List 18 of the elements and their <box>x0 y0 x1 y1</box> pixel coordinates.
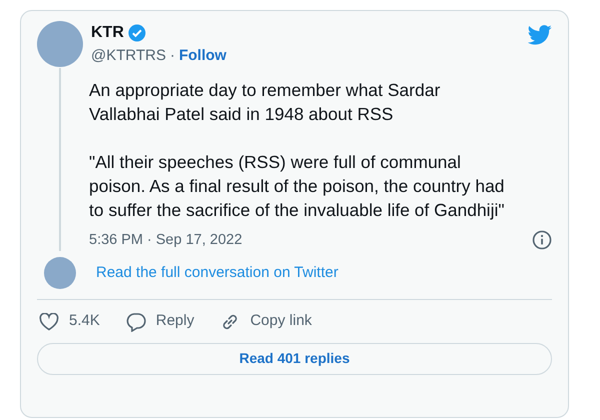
follow-link[interactable]: Follow <box>178 45 226 68</box>
copy-link-button[interactable]: Copy link <box>220 310 312 333</box>
conversation-link[interactable]: Read the full conversation on Twitter <box>96 262 338 284</box>
read-replies-button[interactable]: Read 401 replies <box>37 342 552 375</box>
speech-bubble-icon <box>126 312 146 332</box>
separator: · <box>170 46 175 66</box>
author-name[interactable]: KTR <box>91 21 124 45</box>
timestamp[interactable]: 5:36 PM · Sep 17, 2022 <box>89 230 242 252</box>
info-icon[interactable] <box>532 230 552 250</box>
avatar[interactable] <box>44 257 76 290</box>
bird-logo-icon[interactable] <box>528 25 552 45</box>
tweet-text: An appropriate day to remember what Sardar Vallabhai Patel said in 1948 about RSS <box>89 78 442 126</box>
tweet-text: "All their speeches (RSS) were full of communal poison. As a final result of the poison, the country had to suffer the sacrifice of the invaluable life of Gandhiji" <box>89 150 506 222</box>
avatar[interactable] <box>37 21 83 68</box>
heart-icon <box>39 312 59 330</box>
like-button[interactable]: 5.4K <box>39 310 100 333</box>
author-handle[interactable]: @KTRTRS <box>91 45 166 68</box>
reply-button[interactable]: Reply <box>126 310 194 333</box>
